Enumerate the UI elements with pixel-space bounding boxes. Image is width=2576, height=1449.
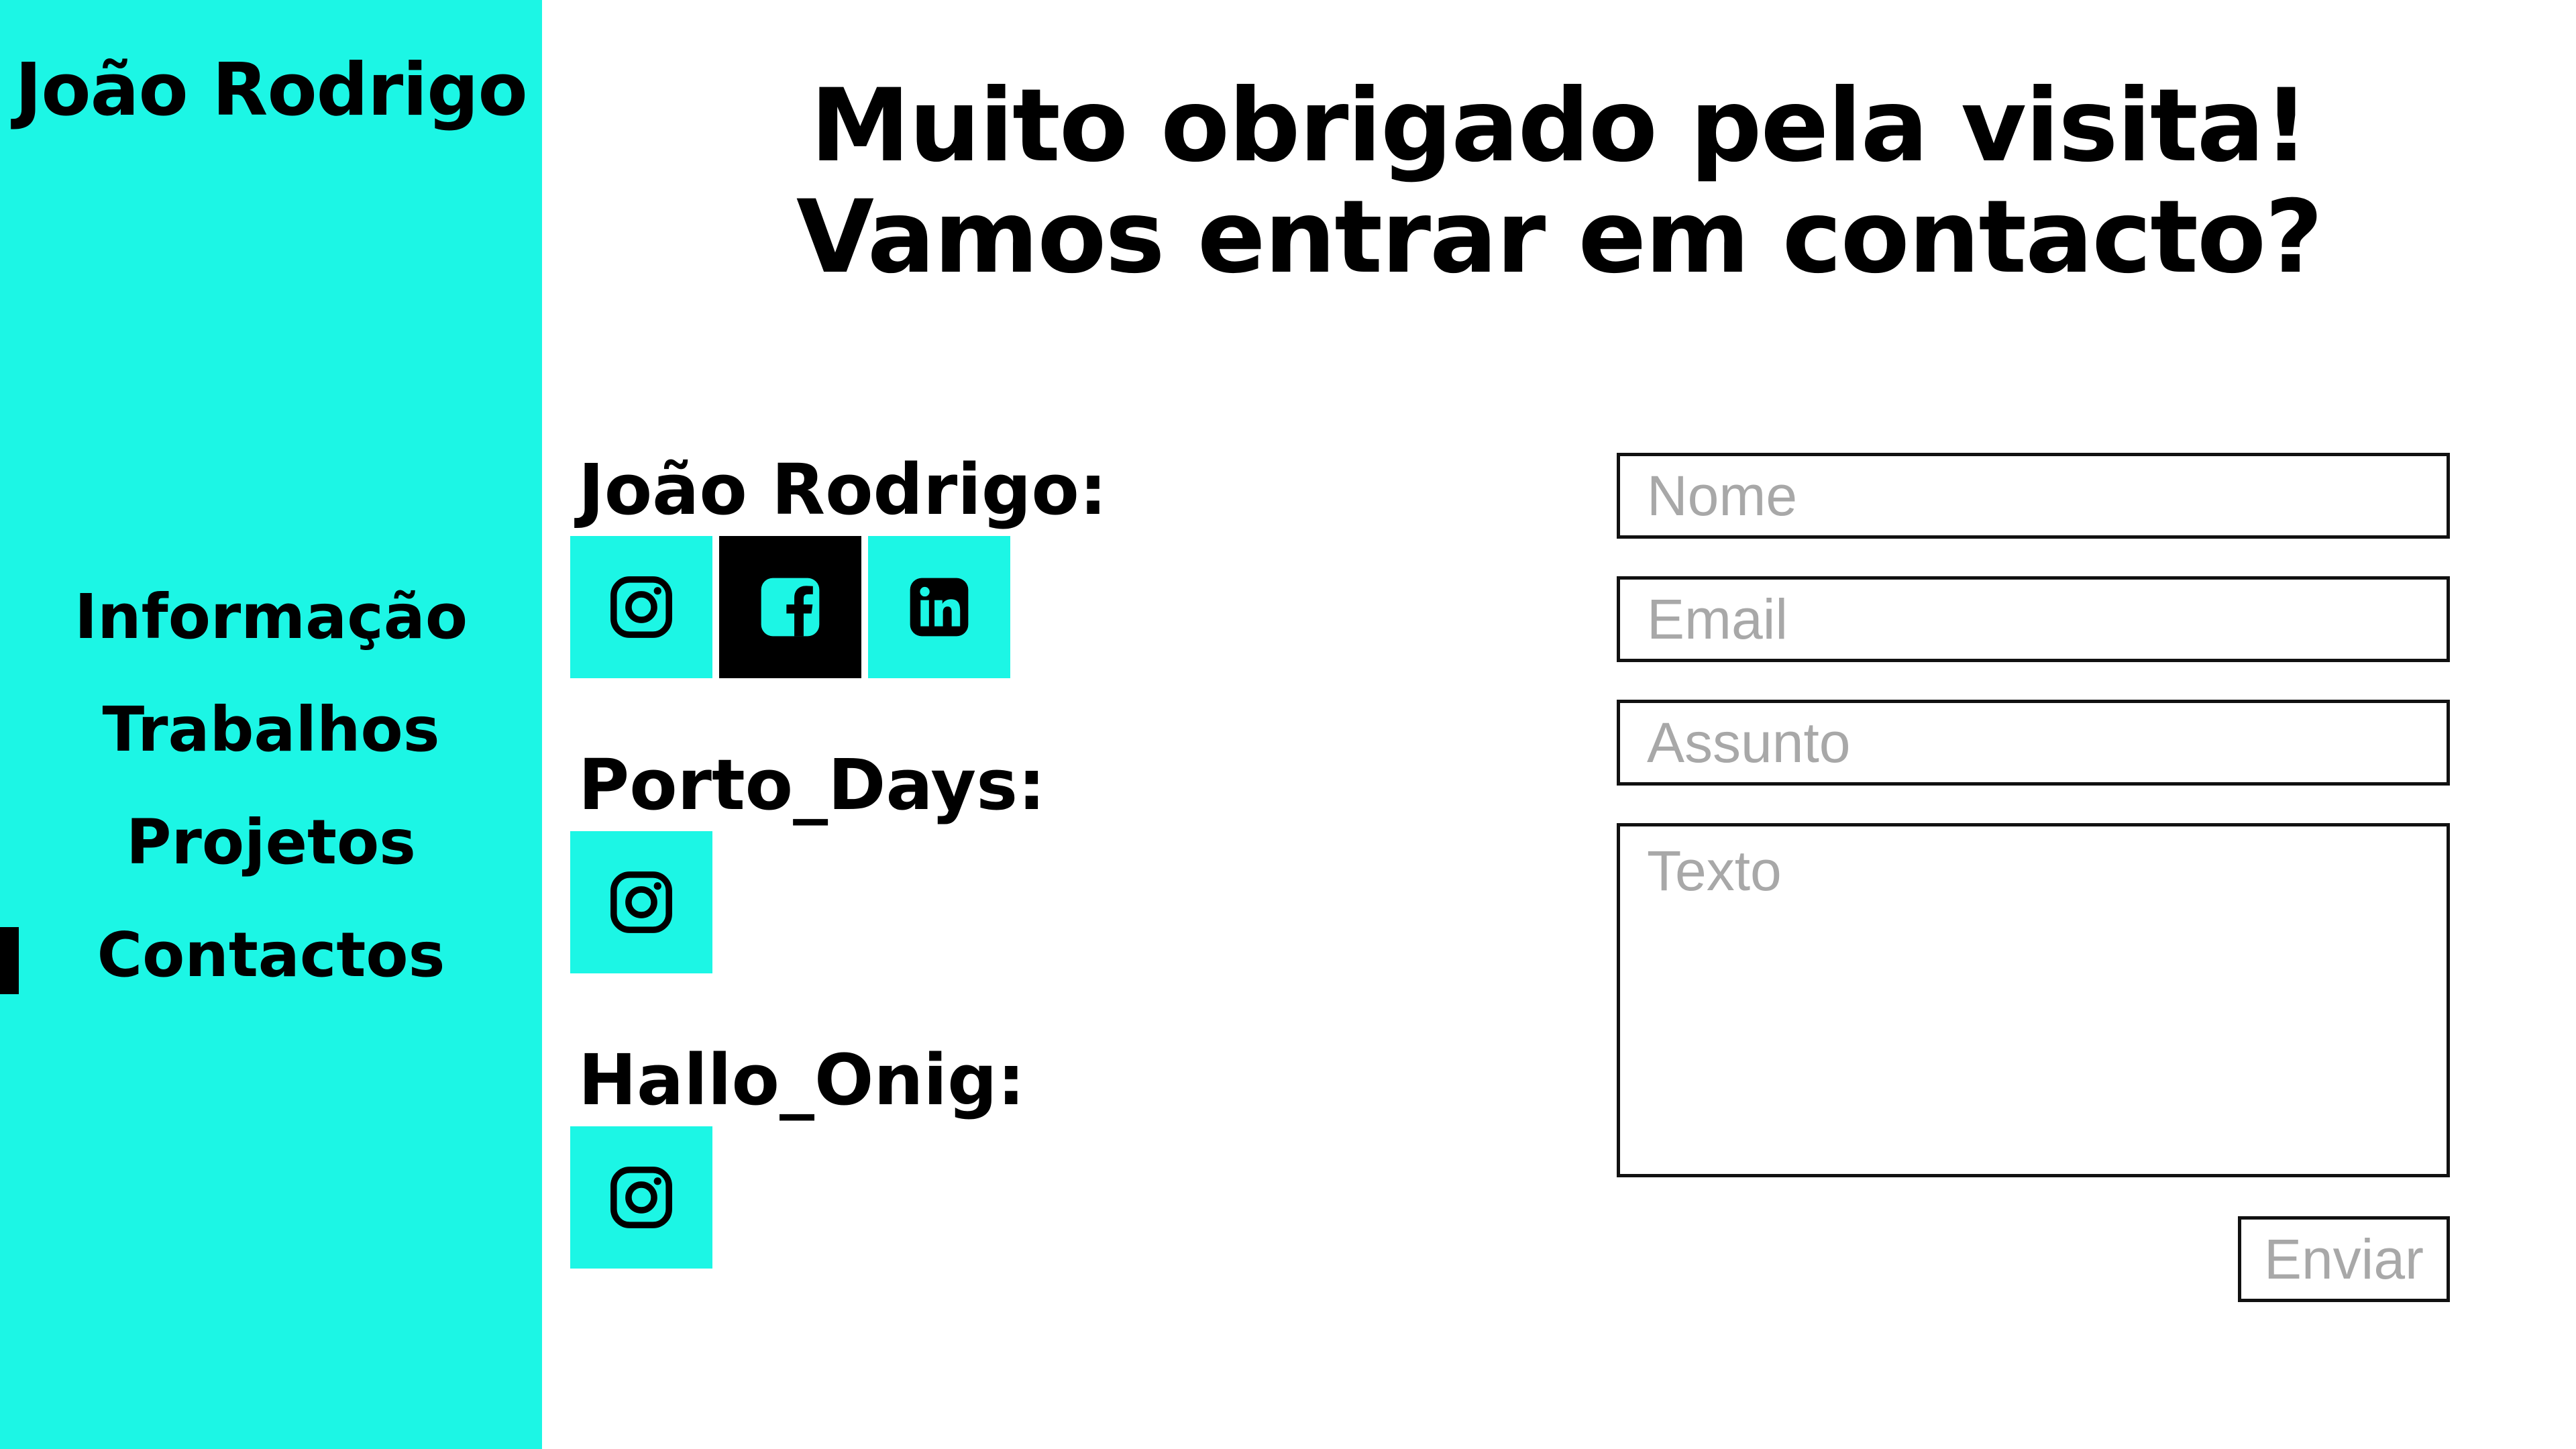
facebook-icon [761,578,820,637]
instagram-link[interactable] [570,536,712,678]
sidebar-nav: Informação Trabalhos Projetos Contactos [0,561,542,1012]
instagram-icon [610,871,672,933]
instagram-link[interactable] [570,831,712,973]
email-field[interactable] [1617,576,2450,662]
social-links [570,1126,1025,1269]
facebook-link[interactable] [719,536,861,678]
page: João Rodrigo Informação Trabalhos Projet… [0,0,2576,1449]
nav-item-label: Trabalhos [102,694,440,765]
linkedin-icon [910,578,969,637]
social-links [570,536,1107,678]
nav-item-informacao[interactable]: Informação [0,561,542,674]
instagram-link[interactable] [570,1126,712,1269]
nav-item-contactos[interactable]: Contactos [0,899,542,1012]
nav-item-trabalhos[interactable]: Trabalhos [0,674,542,786]
brand-name[interactable]: João Rodrigo [0,40,542,141]
nav-item-label: Informação [74,581,468,653]
page-title: Muito obrigado pela visita! Vamos entrar… [542,70,2576,293]
name-field[interactable] [1617,453,2450,539]
nav-item-label: Projetos [126,806,416,878]
contact-group-joao-rodrigo: João Rodrigo: [570,446,1107,678]
headline-line-2: Vamos entrar em contacto? [796,179,2323,296]
headline-line-1: Muito obrigado pela visita! [810,68,2310,184]
subject-field[interactable] [1617,700,2450,786]
sidebar: João Rodrigo Informação Trabalhos Projet… [0,0,542,1449]
linkedin-link[interactable] [868,536,1010,678]
social-links [570,831,1046,973]
contact-group-label: Porto_Days: [578,744,1046,826]
contact-group-hallo-onig: Hallo_Onig: [570,1036,1025,1269]
contact-group-porto-days: Porto_Days: [570,741,1046,973]
active-nav-indicator [0,927,19,994]
nav-item-label: Contactos [97,919,445,991]
message-field[interactable] [1617,823,2450,1177]
instagram-icon [610,576,672,638]
nav-item-projetos[interactable]: Projetos [0,786,542,899]
send-button[interactable]: Enviar [2238,1216,2450,1302]
contact-form: Enviar [1617,453,2450,1302]
contact-group-label: Hallo_Onig: [578,1039,1026,1121]
instagram-icon [610,1167,672,1228]
contact-group-label: João Rodrigo: [578,449,1108,531]
